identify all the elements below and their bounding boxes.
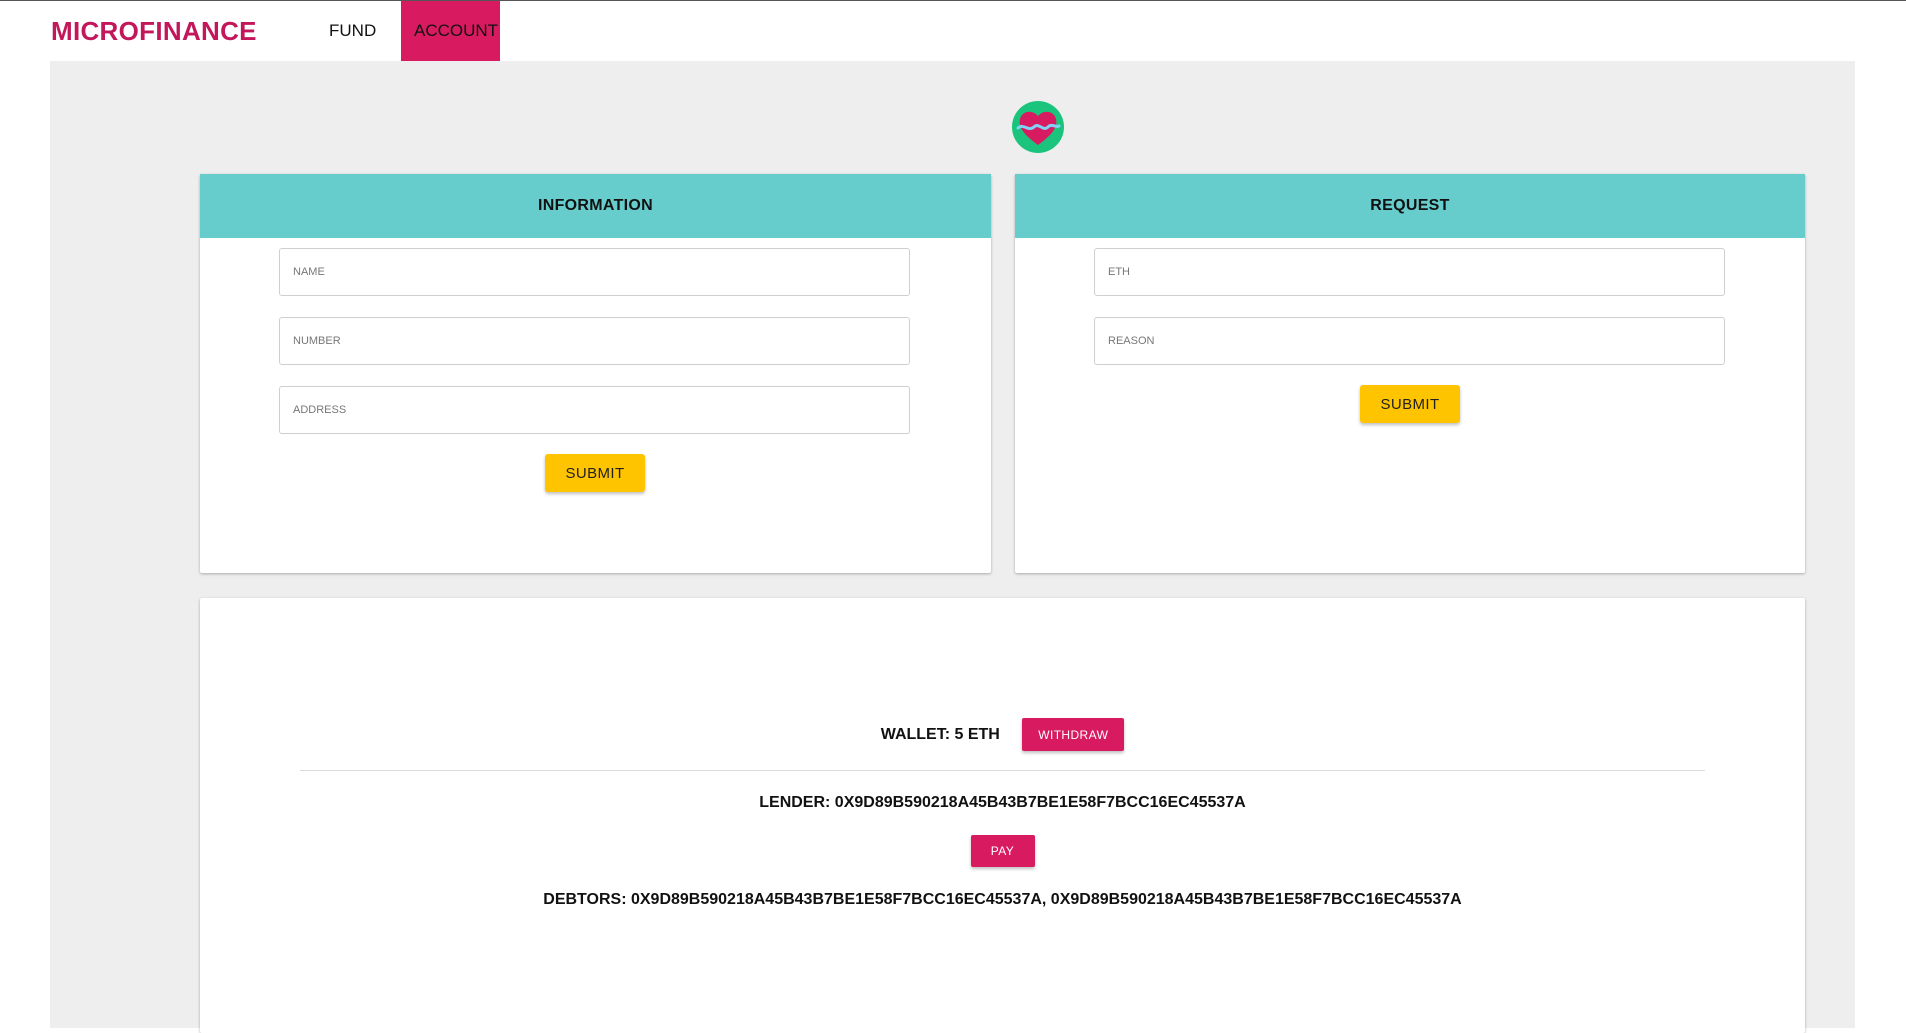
request-header: REQUEST: [1015, 174, 1805, 238]
brand-logo-text[interactable]: MICROFINANCE: [51, 16, 257, 47]
reason-input[interactable]: [1095, 318, 1724, 364]
lender-address: LENDER: 0X9D89B590218A45B43B7BE1E58F7BCC…: [759, 794, 1246, 811]
eth-field: [1094, 248, 1725, 296]
debtors-list: DEBTORS: 0X9D89B590218A45B43B7BE1E58F7BC…: [543, 891, 1462, 908]
address-input[interactable]: [280, 387, 909, 433]
name-field: [279, 248, 910, 296]
reason-field: [1094, 317, 1725, 365]
number-input[interactable]: [280, 318, 909, 364]
information-header: INFORMATION: [200, 174, 991, 238]
wallet-card: WALLET: 5 ETH WITHDRAW LENDER: 0X9D89B59…: [200, 598, 1805, 1033]
number-field: [279, 317, 910, 365]
wallet-balance: WALLET: 5 ETH: [880, 725, 1000, 743]
request-card: REQUEST SUBMIT: [1015, 174, 1805, 573]
name-input[interactable]: [280, 249, 909, 295]
request-submit-button[interactable]: SUBMIT: [1360, 385, 1460, 423]
address-field: [279, 386, 910, 434]
pay-row: PAY: [200, 835, 1805, 867]
withdraw-button[interactable]: WITHDRAW: [1022, 718, 1125, 751]
eth-input[interactable]: [1095, 249, 1724, 295]
pay-button[interactable]: PAY: [970, 835, 1035, 867]
information-card: INFORMATION SUBMIT: [200, 174, 991, 573]
nav-item-account[interactable]: ACCOUNT: [401, 1, 500, 61]
nav-item-fund[interactable]: FUND: [316, 1, 389, 61]
main-content: INFORMATION SUBMIT REQUEST SUBMIT WALLET…: [50, 61, 1855, 1033]
heart-pulse-logo-icon: [1012, 101, 1064, 153]
navbar: MICROFINANCE FUND ACCOUNT: [0, 1, 1906, 61]
information-submit-button[interactable]: SUBMIT: [545, 454, 645, 492]
divider: [300, 770, 1705, 771]
wallet-row: WALLET: 5 ETH WITHDRAW: [200, 718, 1805, 752]
